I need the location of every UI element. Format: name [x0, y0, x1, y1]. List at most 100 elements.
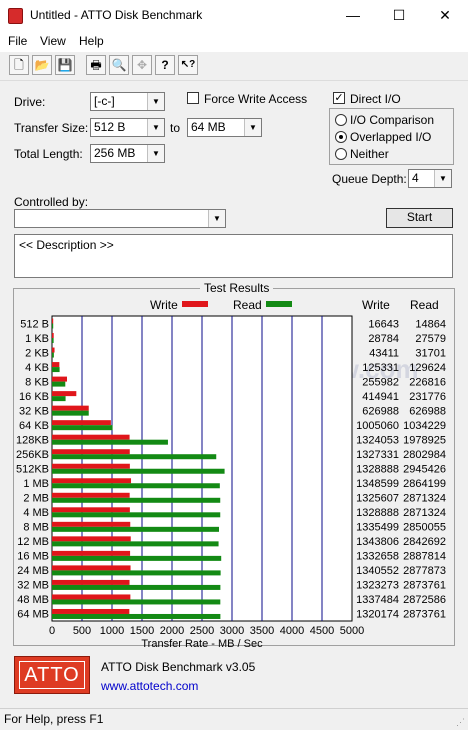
write-bar: [52, 391, 77, 397]
read-bar: [52, 367, 60, 373]
write-value: 1327331: [356, 449, 399, 461]
write-value: 1340552: [356, 565, 399, 577]
x-tick-label: 2500: [190, 625, 214, 637]
category-label: 1 KB: [25, 333, 49, 345]
write-bar: [52, 449, 130, 455]
legend-write-swatch: [182, 301, 208, 307]
legend-read-label: Read: [233, 298, 262, 312]
write-value: 28784: [368, 333, 399, 345]
legend-read-swatch: [266, 301, 292, 307]
category-label: 16 KB: [19, 391, 49, 403]
category-label: 4 KB: [25, 362, 49, 374]
resize-grip-icon[interactable]: ⋰: [456, 718, 466, 728]
x-tick-label: 3500: [250, 625, 274, 637]
write-bar: [52, 507, 130, 513]
read-value: 2871324: [403, 507, 446, 519]
x-tick-label: 2000: [160, 625, 184, 637]
write-bar: [52, 347, 55, 353]
read-bar: [52, 410, 89, 416]
category-label: 2 MB: [23, 493, 49, 505]
read-bar: [52, 439, 168, 445]
read-bar: [52, 613, 221, 619]
website-link[interactable]: www.attotech.com: [101, 679, 198, 693]
write-value: 414941: [362, 391, 399, 403]
read-value: 2873761: [403, 609, 446, 621]
write-column-header: Write: [362, 298, 390, 312]
read-value: 31701: [415, 347, 446, 359]
write-value: 1343806: [356, 536, 399, 548]
write-bar: [52, 594, 131, 600]
read-bar: [52, 381, 66, 387]
read-bar: [52, 497, 221, 503]
results-chart: JagatReview.com WriteReadWriteRead050010…: [16, 298, 446, 650]
write-bar: [52, 362, 60, 368]
read-value: 2877873: [403, 565, 446, 577]
legend-write-label: Write: [150, 298, 178, 312]
read-bar: [52, 599, 221, 605]
category-label: 48 MB: [17, 594, 49, 606]
write-bar: [52, 550, 131, 556]
write-bar: [52, 492, 130, 498]
read-bar: [52, 570, 221, 576]
x-axis-label: Transfer Rate - MB / Sec: [141, 638, 263, 650]
write-bar: [52, 333, 54, 339]
read-bar: [52, 425, 113, 431]
logo-text: ATTO: [19, 661, 85, 689]
read-bar: [52, 512, 221, 518]
read-bar: [52, 468, 225, 474]
read-value: 1978925: [403, 434, 446, 446]
category-label: 8 MB: [23, 522, 49, 534]
category-label: 512 B: [20, 318, 49, 330]
x-tick-label: 4500: [310, 625, 334, 637]
category-label: 64 MB: [17, 609, 49, 621]
category-label: 16 MB: [17, 551, 49, 563]
read-value: 1034229: [403, 420, 446, 432]
write-value: 1325607: [356, 493, 399, 505]
read-value: 2871324: [403, 493, 446, 505]
write-bar: [52, 521, 131, 527]
read-value: 226816: [409, 376, 446, 388]
x-tick-label: 3000: [220, 625, 244, 637]
write-value: 1005060: [356, 420, 399, 432]
write-value: 1328888: [356, 507, 399, 519]
read-bar: [52, 352, 54, 358]
read-value: 231776: [409, 391, 446, 403]
write-value: 255982: [362, 376, 399, 388]
read-bar: [52, 338, 54, 344]
read-value: 626988: [409, 405, 446, 417]
read-bar: [52, 555, 222, 561]
write-bar: [52, 608, 130, 614]
category-label: 4 MB: [23, 507, 49, 519]
write-value: 1348599: [356, 478, 399, 490]
read-value: 2873761: [403, 580, 446, 592]
category-label: 2 KB: [25, 347, 49, 359]
read-value: 2850055: [403, 522, 446, 534]
category-label: 1 MB: [23, 478, 49, 490]
read-value: 2802984: [403, 449, 446, 461]
write-value: 16643: [368, 318, 399, 330]
read-value: 129624: [409, 362, 446, 374]
read-bar: [52, 396, 66, 402]
write-bar: [52, 536, 131, 542]
read-bar: [52, 526, 219, 532]
write-bar: [52, 405, 89, 411]
category-label: 512KB: [16, 464, 49, 476]
x-tick-label: 0: [49, 625, 55, 637]
write-value: 1320174: [356, 609, 399, 621]
write-bar: [52, 318, 54, 324]
read-value: 14864: [415, 318, 446, 330]
read-bar: [52, 541, 219, 547]
x-tick-label: 1500: [130, 625, 154, 637]
read-value: 27579: [415, 333, 446, 345]
read-bar: [52, 454, 217, 460]
x-tick-label: 500: [73, 625, 91, 637]
category-label: 256KB: [16, 449, 49, 461]
category-label: 8 KB: [25, 376, 49, 388]
write-value: 1335499: [356, 522, 399, 534]
write-bar: [52, 463, 130, 469]
x-tick-label: 4000: [280, 625, 304, 637]
read-value: 2842692: [403, 536, 446, 548]
write-bar: [52, 579, 130, 585]
write-bar: [52, 376, 67, 382]
write-bar: [52, 478, 132, 484]
